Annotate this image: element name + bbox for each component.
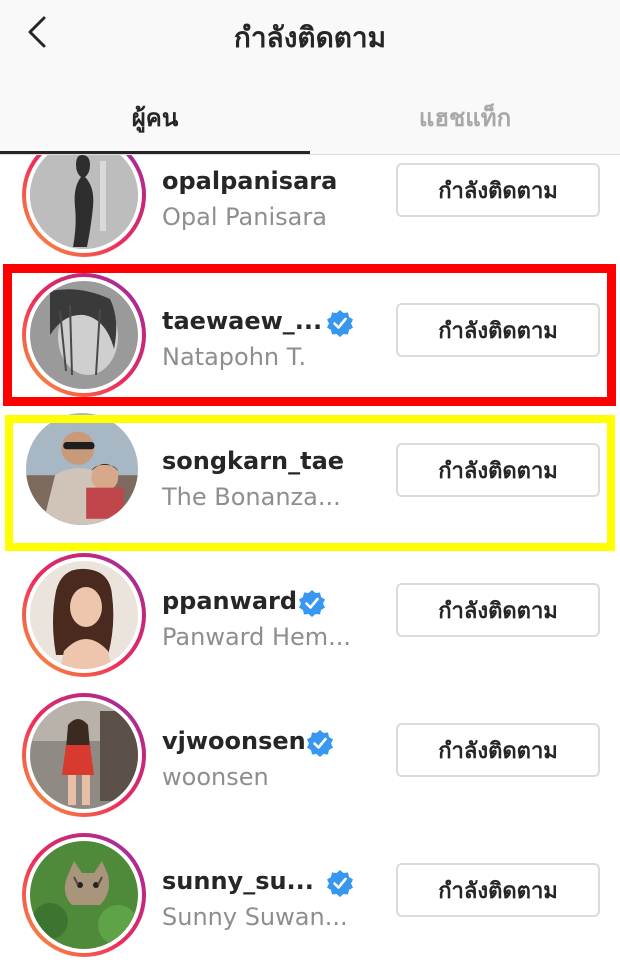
following-button[interactable]: กำลังติดตาม (396, 863, 600, 917)
verified-badge-icon (298, 589, 326, 617)
active-tab-indicator (0, 151, 310, 154)
username[interactable]: sunny_su... (162, 867, 314, 895)
following-button[interactable]: กำลังติดตาม (396, 583, 600, 637)
highlight-box-yellow (5, 415, 615, 551)
username[interactable]: opalpanisara (162, 167, 337, 195)
list-item[interactable]: vjwoonsen woonsen กำลังติดตาม (0, 685, 620, 825)
tab-hashtags[interactable]: แฮชแท็ก (310, 98, 620, 138)
list-item[interactable]: ppanward Panward Hem... กำลังติดตาม (0, 545, 620, 685)
highlight-box-red (3, 264, 616, 406)
avatar[interactable] (22, 155, 146, 257)
tab-people[interactable]: ผู้คน (0, 98, 310, 138)
following-button[interactable]: กำลังติดตาม (396, 723, 600, 777)
top-bar: กำลังติดตาม ผู้คน แฮชแท็ก (0, 0, 620, 155)
verified-badge-icon (326, 869, 354, 897)
list-item[interactable]: sunny_su... Sunny Suwan... กำลังติดตาม (0, 825, 620, 965)
verified-badge-icon (306, 729, 334, 757)
full-name: Opal Panisara (162, 203, 327, 231)
full-name: Panward Hem... (162, 623, 352, 651)
avatar[interactable] (22, 553, 146, 677)
full-name: woonsen (162, 763, 269, 791)
following-button[interactable]: กำลังติดตาม (396, 163, 600, 217)
list-item[interactable]: opalpanisara Opal Panisara กำลังติดตาม (0, 155, 620, 265)
page-title: กำลังติดตาม (233, 21, 387, 54)
username[interactable]: vjwoonsen (162, 727, 306, 755)
username[interactable]: ppanward (162, 587, 297, 615)
avatar[interactable] (22, 693, 146, 817)
avatar[interactable] (22, 833, 146, 957)
full-name: Sunny Suwan... (162, 903, 348, 931)
